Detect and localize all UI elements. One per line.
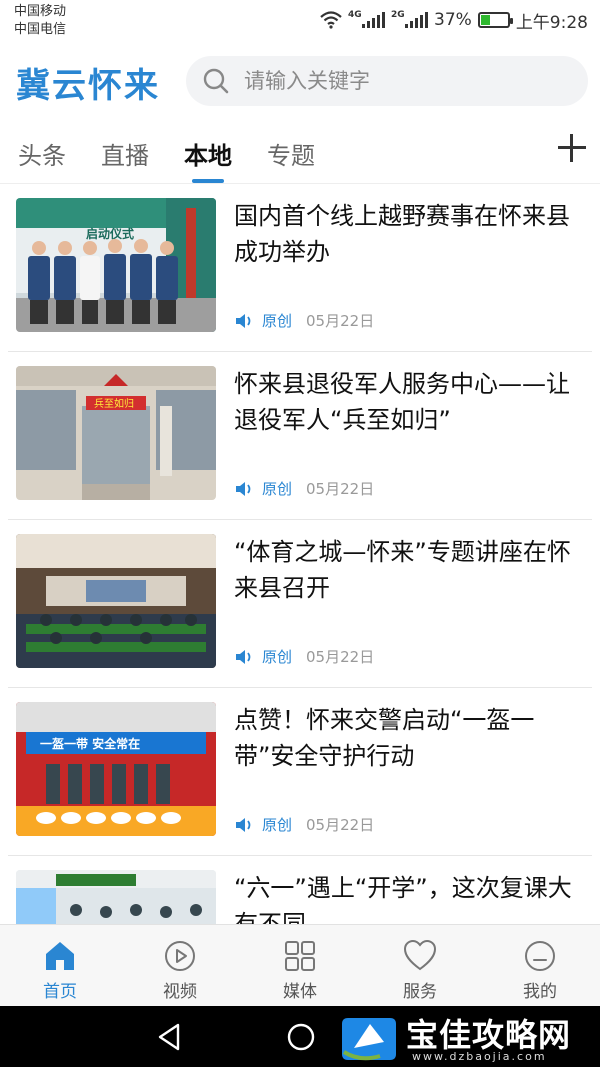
watermark-url: www.dzbaojia.com: [412, 1050, 547, 1063]
news-date: 05月22日: [306, 312, 375, 330]
battery-percent: 37%: [434, 10, 472, 30]
search-box[interactable]: [186, 56, 588, 106]
speaker-icon[interactable]: [234, 817, 254, 833]
signal-icon-sim1: 4G: [348, 10, 386, 28]
thumb-caption: 启动仪式: [86, 226, 134, 241]
bottom-nav: 首页 视频 媒体 服务 我的: [0, 924, 600, 1006]
tab-label: 专题: [267, 142, 315, 170]
news-item[interactable]: 兵至如归 怀来县退役军人服务中心——让退役军人“兵至如归” 原创 05月22日: [0, 352, 600, 520]
news-list: 启动仪式 国内首个线上越野赛事在怀来县成功举办 原创 05月22日 兵至如归 怀…: [0, 184, 600, 924]
watermark-logo-icon: [342, 1018, 396, 1061]
tab-label: 头条: [18, 142, 66, 170]
carrier-info: 中国移动 中国电信: [14, 3, 66, 39]
sim2-network-tag: 2G: [391, 10, 405, 20]
nav-media[interactable]: 媒体: [240, 939, 360, 1002]
carrier-1: 中国移动: [14, 4, 67, 19]
back-icon[interactable]: [156, 1022, 184, 1052]
news-source: 原创: [262, 312, 293, 330]
grid-icon: [285, 941, 315, 971]
play-icon: [165, 941, 195, 971]
home-button-icon[interactable]: [286, 1022, 316, 1052]
news-date: 05月22日: [306, 648, 375, 666]
news-thumbnail: 兵至如归: [16, 366, 216, 500]
channel-tabs: 头条 直播 本地 专题: [0, 122, 600, 184]
tab-topics[interactable]: 专题: [267, 136, 315, 171]
search-input[interactable]: [244, 69, 564, 93]
battery-icon: [477, 12, 513, 28]
home-icon: [46, 942, 74, 970]
news-item[interactable]: “体育之城—怀来”专题讲座在怀来县召开 原创 05月22日: [0, 520, 600, 688]
nav-label: 视频: [163, 982, 197, 1002]
news-meta: 原创 05月22日: [234, 814, 374, 835]
status-bar: 中国移动 中国电信 4G 2G 37% 上午9:28: [0, 0, 600, 44]
news-meta: 原创 05月22日: [234, 646, 374, 667]
nav-label: 服务: [403, 982, 437, 1002]
nav-video[interactable]: 视频: [120, 939, 240, 1002]
system-nav-bar: 宝佳攻略网 www.dzbaojia.com: [0, 1006, 600, 1067]
nav-service[interactable]: 服务: [360, 939, 480, 1002]
news-item[interactable]: 启动仪式 国内首个线上越野赛事在怀来县成功举办 原创 05月22日: [0, 184, 600, 352]
carrier-2: 中国电信: [14, 22, 67, 37]
tab-local[interactable]: 本地: [184, 136, 232, 183]
tab-headlines[interactable]: 头条: [18, 136, 66, 171]
nav-label: 我的: [523, 982, 557, 1002]
status-icons: 4G 2G 37% 上午9:28: [320, 8, 588, 33]
thumb-caption: 兵至如归: [94, 397, 134, 410]
speaker-icon[interactable]: [234, 313, 254, 329]
news-date: 05月22日: [306, 480, 375, 498]
news-item[interactable]: “六一”遇上“开学”，这次复课大有不同: [0, 856, 600, 924]
tab-live[interactable]: 直播: [101, 136, 149, 171]
news-title: 点赞！怀来交警启动“一盔一带”安全守护行动: [234, 706, 535, 770]
news-source: 原创: [262, 816, 293, 834]
news-source: 原创: [262, 648, 293, 666]
tab-label: 本地: [184, 142, 232, 170]
wifi-icon: [320, 11, 342, 29]
news-thumbnail: 一盔一带 安全常在: [16, 702, 216, 836]
news-thumbnail: [16, 534, 216, 668]
nav-home[interactable]: 首页: [0, 939, 120, 1002]
thumb-caption: 一盔一带 安全常在: [40, 736, 140, 751]
news-title: “体育之城—怀来”专题讲座在怀来县召开: [234, 538, 571, 602]
app-header: 冀云怀来: [0, 50, 600, 114]
news-thumbnail: 启动仪式: [16, 198, 216, 332]
speaker-icon[interactable]: [234, 481, 254, 497]
signal-icon-sim2: 2G: [391, 10, 429, 28]
nav-label: 媒体: [283, 982, 317, 1002]
active-tab-indicator: [192, 179, 224, 183]
clock: 上午9:28: [515, 12, 588, 33]
app-logo: 冀云怀来: [16, 66, 160, 106]
tab-label: 直播: [101, 142, 149, 170]
nav-label: 首页: [43, 982, 77, 1002]
watermark: 宝佳攻略网 www.dzbaojia.com: [340, 1006, 592, 1067]
news-source: 原创: [262, 480, 293, 498]
news-title: 国内首个线上越野赛事在怀来县成功举办: [234, 202, 570, 266]
sim1-network-tag: 4G: [348, 10, 362, 20]
search-icon: [203, 68, 229, 94]
news-title: 怀来县退役军人服务中心——让退役军人“兵至如归”: [234, 370, 570, 434]
news-title: “六一”遇上“开学”，这次复课大有不同: [234, 874, 572, 924]
nav-profile[interactable]: 我的: [480, 939, 600, 1002]
news-meta: 原创 05月22日: [234, 478, 374, 499]
heart-icon: [403, 939, 437, 971]
battery-fill: [480, 15, 491, 25]
add-channel-icon[interactable]: [556, 132, 588, 164]
news-item[interactable]: 一盔一带 安全常在 点赞！怀来交警启动“一盔一带”安全守护行动 原创 05月22…: [0, 688, 600, 856]
news-date: 05月22日: [306, 816, 375, 834]
news-thumbnail: [16, 870, 216, 924]
speaker-icon[interactable]: [234, 649, 254, 665]
user-icon: [525, 941, 555, 971]
news-meta: 原创 05月22日: [234, 310, 374, 331]
app-screen: 中国移动 中国电信 4G 2G 37% 上午9:28 冀云怀来 请输入关键字 头…: [0, 0, 600, 1067]
